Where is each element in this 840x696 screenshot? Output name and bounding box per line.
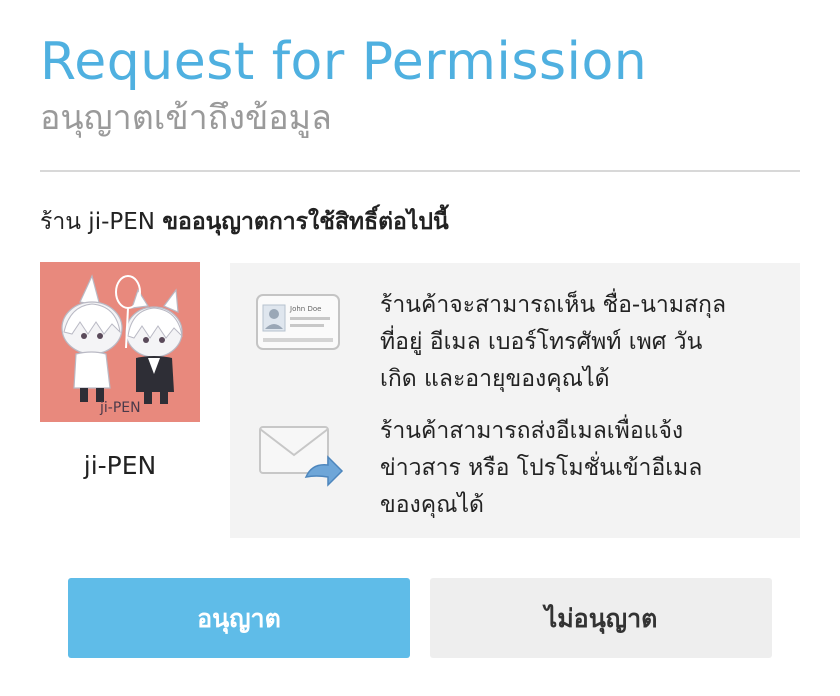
- permission-email-text: ร้านค้าสามารถส่งอีเมลเพื่อแจ้ง ข่าวสาร ห…: [380, 413, 785, 524]
- dialog-title: Request for Permission: [40, 32, 648, 92]
- request-shop-name: ร้าน ji-PEN: [40, 209, 155, 235]
- dialog-subtitle: อนุญาตเข้าถึงข้อมูล: [40, 98, 332, 138]
- permissions-panel: John Doe ร้านค้าจะสามารถเห็น ชื่อ-นามสกุ…: [230, 263, 800, 538]
- shop-name-label: ji-PEN: [83, 451, 157, 480]
- shop-avatar: ji-PEN: [40, 262, 200, 422]
- card-name-text: John Doe: [289, 305, 321, 313]
- allow-button[interactable]: อนุญาต: [68, 578, 410, 658]
- avatar-caption: ji-PEN: [99, 400, 141, 416]
- permission-profile-text: ร้านค้าจะสามารถเห็น ชื่อ-นามสกุล ที่อยู่…: [380, 287, 785, 398]
- shop-avatar-illustration: ji-PEN: [40, 262, 200, 422]
- permission-profile-line2: ที่อยู่ อีเมล เบอร์โทรศัพท์ เพศ วัน: [380, 329, 703, 355]
- deny-button[interactable]: ไม่อนุญาต: [430, 578, 772, 658]
- request-ask-text: ขออนุญาตการใช้สิทธิ์ต่อไปนี้: [162, 209, 449, 235]
- header-divider: [40, 170, 800, 172]
- contact-card-icon: John Doe: [254, 291, 344, 371]
- permission-dialog: Request for Permission อนุญาตเข้าถึงข้อม…: [0, 0, 840, 696]
- request-statement: ร้าน ji-PEN ขออนุญาตการใช้สิทธิ์ต่อไปนี้: [40, 204, 449, 240]
- permission-profile-line3: เกิด และอายุของคุณได้: [380, 366, 610, 392]
- email-envelope-icon: [254, 419, 344, 499]
- permission-email-line3: ของคุณได้: [380, 492, 484, 518]
- permission-profile-line1: ร้านค้าจะสามารถเห็น ชื่อ-นามสกุล: [380, 292, 727, 318]
- permission-email-line2: ข่าวสาร หรือ โปรโมชั่นเข้าอีเมล: [380, 455, 703, 481]
- permission-email-line1: ร้านค้าสามารถส่งอีเมลเพื่อแจ้ง: [380, 418, 684, 444]
